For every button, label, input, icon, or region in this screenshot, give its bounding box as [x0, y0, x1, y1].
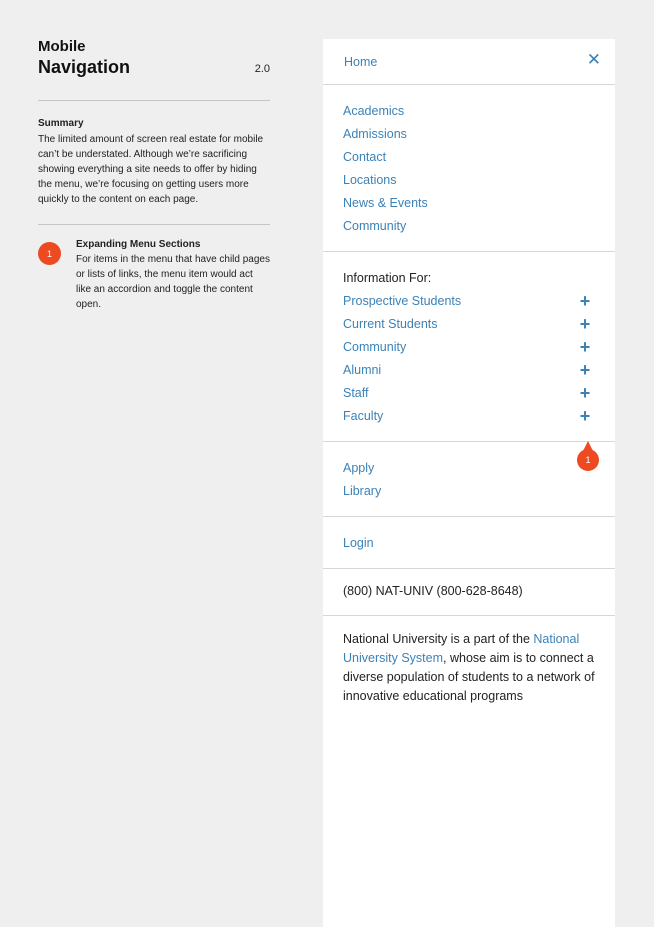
home-link[interactable]: Home	[344, 55, 377, 69]
nav-link-library[interactable]: Library	[343, 480, 595, 503]
accordion-item-community[interactable]: Community +	[343, 336, 595, 359]
accordion-item-faculty[interactable]: Faculty +	[343, 405, 595, 428]
login-section: Login	[323, 517, 615, 569]
accordion-item-current-students[interactable]: Current Students +	[343, 313, 595, 336]
main-links-section: Academics Admissions Contact Locations N…	[323, 85, 615, 252]
nav-link-news-events[interactable]: News & Events	[343, 192, 595, 215]
accordion-label[interactable]: Staff	[343, 382, 368, 405]
mobile-menu: Home ✕ Academics Admissions Contact Loca…	[323, 39, 615, 927]
nav-link-community[interactable]: Community	[343, 215, 595, 238]
doc-panel: Mobile Navigation 2.0 Summary The limite…	[38, 38, 270, 312]
doc-version: 2.0	[254, 63, 270, 75]
annotation-title: Expanding Menu Sections	[76, 239, 201, 250]
close-icon[interactable]: ✕	[587, 49, 601, 71]
annotation-text: For items in the menu that have child pa…	[76, 254, 270, 310]
secondary-links-section: Apply Library	[323, 442, 615, 517]
plus-icon[interactable]: +	[577, 405, 593, 428]
accordion-label[interactable]: Alumni	[343, 359, 381, 382]
summary-label: Summary	[38, 118, 84, 129]
accordion-item-staff[interactable]: Staff +	[343, 382, 595, 405]
plus-icon[interactable]: +	[577, 382, 593, 405]
doc-title-row: Navigation 2.0	[38, 55, 270, 79]
information-for-section: Information For: Prospective Students + …	[323, 252, 615, 471]
nav-link-apply[interactable]: Apply	[343, 457, 595, 480]
annotation-body: Expanding Menu Sections For items in the…	[76, 237, 270, 312]
about-prefix: National University is a part of the	[343, 632, 534, 646]
information-for-label: Information For:	[343, 271, 432, 285]
nav-link-locations[interactable]: Locations	[343, 169, 595, 192]
plus-icon[interactable]: +	[577, 359, 593, 382]
accordion-item-alumni[interactable]: Alumni +	[343, 359, 595, 382]
about-text: National University is a part of the Nat…	[323, 616, 615, 720]
annotation-badge: 1	[38, 242, 61, 265]
accordion-label[interactable]: Faculty	[343, 405, 383, 428]
nav-link-admissions[interactable]: Admissions	[343, 123, 595, 146]
doc-divider	[38, 100, 270, 101]
nav-link-contact[interactable]: Contact	[343, 146, 595, 169]
doc-title-line1: Mobile	[38, 38, 86, 55]
nav-link-academics[interactable]: Academics	[343, 100, 595, 123]
accordion-label[interactable]: Community	[343, 336, 406, 359]
accordion-item-prospective-students[interactable]: Prospective Students +	[343, 290, 595, 313]
phone-number: (800) NAT-UNIV (800-628-8648)	[323, 569, 615, 616]
accordion-label[interactable]: Current Students	[343, 313, 438, 336]
annotation-callout: 1	[577, 441, 599, 471]
callout-badge: 1	[577, 449, 599, 471]
annotation-note: 1 Expanding Menu Sections For items in t…	[38, 237, 270, 312]
summary-text: The limited amount of screen real estate…	[38, 134, 264, 205]
doc-title-line2: Navigation	[38, 57, 131, 77]
menu-header: Home ✕	[323, 39, 615, 85]
accordion-label[interactable]: Prospective Students	[343, 290, 461, 313]
login-link[interactable]: Login	[343, 532, 595, 555]
plus-icon[interactable]: +	[577, 290, 593, 313]
plus-icon[interactable]: +	[577, 313, 593, 336]
plus-icon[interactable]: +	[577, 336, 593, 359]
doc-divider-2	[38, 224, 270, 225]
